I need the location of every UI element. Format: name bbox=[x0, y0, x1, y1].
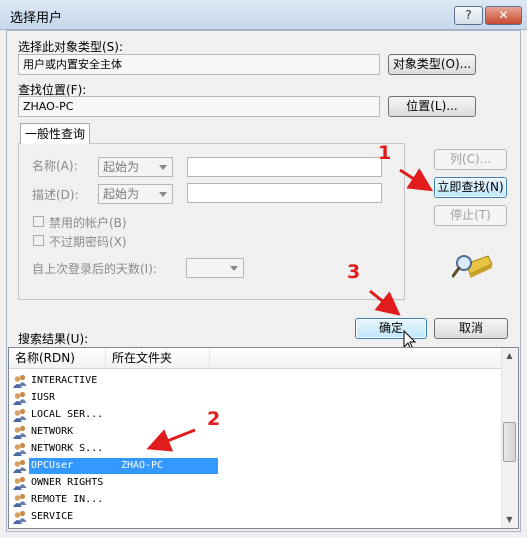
column-header-folder[interactable]: 所在文件夹 bbox=[106, 348, 210, 368]
object-type-label: 选择此对象类型(S): bbox=[18, 40, 124, 54]
list-item-name: NETWORK bbox=[31, 426, 74, 437]
description-match-value: 起始为 bbox=[103, 187, 140, 201]
disabled-accounts-label: 禁用的帐户(B) bbox=[49, 216, 127, 230]
column-header-name[interactable]: 名称(RDN) bbox=[9, 348, 106, 368]
list-item-name: OWNER RIGHTS bbox=[31, 477, 104, 488]
list-item[interactable]: NETWORK bbox=[12, 424, 492, 441]
list-item-name: OPCUser bbox=[31, 460, 74, 471]
list-item[interactable]: NETWORK S... bbox=[12, 441, 492, 458]
annotation-number-2: 2 bbox=[207, 408, 221, 430]
description-match-combo[interactable]: 起始为 bbox=[98, 184, 173, 204]
user-group-icon bbox=[13, 391, 27, 405]
days-since-login-combo[interactable] bbox=[186, 258, 244, 278]
user-group-icon bbox=[13, 425, 27, 439]
name-match-combo[interactable]: 起始为 bbox=[98, 157, 173, 177]
chevron-down-icon bbox=[159, 192, 167, 197]
window-title: 选择用户 bbox=[10, 11, 63, 26]
user-group-icon bbox=[13, 493, 27, 507]
days-since-login-label: 自上次登录后的天数(I): bbox=[32, 262, 157, 276]
help-button[interactable]: ? bbox=[454, 6, 483, 25]
description-label: 描述(D): bbox=[32, 188, 79, 202]
scroll-up-icon[interactable]: ▲ bbox=[502, 348, 517, 364]
object-types-button[interactable]: 对象类型(O)... bbox=[388, 54, 476, 75]
locations-button[interactable]: 位置(L)... bbox=[388, 96, 476, 117]
non-expiring-password-label: 不过期密码(X) bbox=[49, 235, 127, 249]
description-input[interactable] bbox=[187, 183, 382, 203]
close-button[interactable]: ✕ bbox=[485, 6, 522, 25]
user-group-icon bbox=[13, 510, 27, 524]
list-item[interactable]: OPCUser ZHAO-PC bbox=[12, 458, 492, 475]
results-header: 名称(RDN) 所在文件夹 bbox=[9, 348, 505, 369]
title-bar: 选择用户 ? ✕ bbox=[0, 0, 527, 30]
name-match-value: 起始为 bbox=[103, 160, 140, 174]
disabled-accounts-checkbox[interactable] bbox=[33, 216, 44, 227]
location-field: ZHAO-PC bbox=[18, 96, 380, 117]
stop-button[interactable]: 停止(T) bbox=[434, 205, 507, 226]
list-item-name: NETWORK S... bbox=[31, 443, 104, 454]
non-expiring-password-checkbox[interactable] bbox=[33, 235, 44, 246]
annotation-number-3: 3 bbox=[347, 261, 361, 283]
cancel-button[interactable]: 取消 bbox=[434, 318, 508, 339]
search-folder-icon bbox=[452, 255, 493, 278]
user-group-icon bbox=[13, 476, 27, 490]
list-item[interactable]: LOCAL SER... bbox=[12, 407, 492, 424]
find-now-button[interactable]: 立即查找(N) bbox=[434, 177, 507, 198]
name-input[interactable] bbox=[187, 157, 382, 177]
list-item[interactable]: IUSR bbox=[12, 390, 492, 407]
user-group-icon bbox=[13, 374, 27, 388]
list-item-name: INTERACTIVE bbox=[31, 375, 98, 386]
search-results-list[interactable]: 名称(RDN) 所在文件夹 INTERACTIVE IUSR LOCAL SER..… bbox=[8, 347, 519, 529]
list-item-name: REMOTE IN... bbox=[31, 494, 104, 505]
list-item-name: SERVICE bbox=[31, 511, 74, 522]
list-item[interactable]: INTERACTIVE bbox=[12, 373, 492, 390]
chevron-down-icon bbox=[159, 165, 167, 170]
list-item[interactable]: OWNER RIGHTS bbox=[12, 475, 492, 492]
user-group-icon bbox=[13, 408, 27, 422]
columns-button[interactable]: 列(C)... bbox=[434, 149, 507, 170]
scroll-thumb[interactable] bbox=[503, 422, 516, 462]
annotation-number-1: 1 bbox=[378, 142, 392, 164]
object-type-field: 用户或内置安全主体 bbox=[18, 54, 380, 75]
user-group-icon bbox=[13, 442, 27, 456]
scroll-down-icon[interactable]: ▼ bbox=[502, 512, 517, 528]
list-item[interactable]: REMOTE IN... bbox=[12, 492, 492, 509]
vertical-scrollbar[interactable]: ▲ ▼ bbox=[501, 348, 518, 528]
list-item-folder: ZHAO-PC bbox=[121, 460, 164, 471]
list-item-name: LOCAL SER... bbox=[31, 409, 104, 420]
tab-common-queries[interactable]: 一般性查询 bbox=[20, 123, 90, 144]
search-results-label: 搜索结果(U): bbox=[18, 332, 89, 346]
chevron-down-icon bbox=[230, 266, 238, 271]
name-label: 名称(A): bbox=[32, 159, 78, 173]
list-item[interactable]: SERVICE bbox=[12, 509, 492, 526]
list-item-name: IUSR bbox=[31, 392, 56, 403]
user-group-icon bbox=[13, 459, 27, 473]
